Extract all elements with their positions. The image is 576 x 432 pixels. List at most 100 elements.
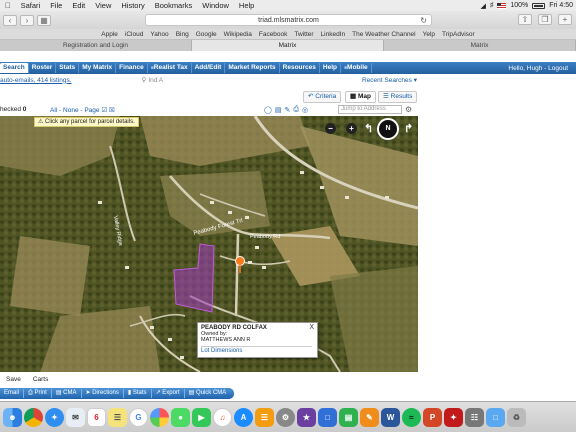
fav-yelp[interactable]: Yelp xyxy=(423,31,435,38)
nav-market-reports[interactable]: Market Reports xyxy=(225,63,280,73)
print-button[interactable]: ⎙ Print xyxy=(24,389,52,398)
radius-icon[interactable]: ◎ xyxy=(302,106,308,114)
clock[interactable]: Fri 4:50 xyxy=(549,2,573,9)
tab-matrix-active[interactable]: Matrix xyxy=(192,40,384,51)
nav-my-matrix[interactable]: My Matrix xyxy=(79,63,117,73)
rotate-left-icon[interactable]: ↰ xyxy=(364,122,373,135)
recent-searches-dropdown[interactable]: Recent Searches ▾ xyxy=(362,76,417,84)
tab-criteria[interactable]: ↶ Criteria xyxy=(303,91,342,103)
gear-icon[interactable]: ⚙ xyxy=(405,105,412,114)
cma-button[interactable]: ▤ CMA xyxy=(52,389,82,398)
fav-linkedin[interactable]: LinkedIn xyxy=(321,31,346,38)
share-icon[interactable]: ⇧ xyxy=(518,14,532,25)
fav-icloud[interactable]: iCloud xyxy=(125,31,143,38)
nav-add-edit[interactable]: Add/Edit xyxy=(192,63,226,73)
menu-history[interactable]: History xyxy=(116,1,149,10)
stats-button[interactable]: ▮ Stats xyxy=(124,389,152,398)
photos-icon[interactable] xyxy=(150,407,169,427)
find-field[interactable]: ⚲ Ind A xyxy=(142,76,164,85)
zoom-out-button[interactable]: − xyxy=(325,123,336,134)
globe-icon[interactable]: ◯ xyxy=(264,106,272,114)
select-page-link[interactable]: Page xyxy=(84,107,99,114)
fav-google[interactable]: Google xyxy=(196,31,217,38)
fav-apple[interactable]: Apple xyxy=(101,31,118,38)
rotate-right-icon[interactable]: ↱ xyxy=(404,122,413,135)
save-link[interactable]: Save xyxy=(6,376,21,383)
select-all-link[interactable]: All xyxy=(50,107,57,114)
nav-stats[interactable]: Stats xyxy=(56,63,80,73)
folder-icon[interactable]: □ xyxy=(486,407,505,427)
itunes-icon[interactable]: ♫ xyxy=(213,407,232,427)
quick-cma-button[interactable]: ▤ Quick CMA xyxy=(185,389,231,398)
reload-icon[interactable]: ↻ xyxy=(420,15,427,26)
print-map-icon[interactable]: ⎙ xyxy=(293,106,299,114)
nav-search[interactable]: Search xyxy=(0,63,29,73)
fav-facebook[interactable]: Facebook xyxy=(259,31,288,38)
address-bar[interactable]: triad.mlsmatrix.com ↻ xyxy=(145,14,432,26)
sidebar-toggle-icon[interactable]: ▦ xyxy=(37,14,51,26)
acrobat-icon[interactable]: ✦ xyxy=(444,407,463,427)
menu-view[interactable]: View xyxy=(90,1,116,10)
apple-menu-icon[interactable]:  xyxy=(0,1,16,10)
preferences-icon[interactable]: ⚙ xyxy=(276,407,295,427)
nav-help[interactable]: Help xyxy=(320,63,341,73)
fav-wikipedia[interactable]: Wikipedia xyxy=(224,31,252,38)
nav-realist-tax[interactable]: Realist Tax xyxy=(148,63,192,73)
launchpad-icon[interactable]: ☷ xyxy=(465,407,484,427)
volume-icon[interactable]: ♯ xyxy=(490,2,494,9)
battery-icon[interactable] xyxy=(532,2,546,9)
keynote-icon[interactable]: □ xyxy=(318,407,337,427)
draw-icon[interactable]: ✎ xyxy=(284,106,290,114)
auto-emails-link[interactable]: auto-emails, 414 listings. xyxy=(0,77,72,84)
tabs-overview-icon[interactable]: ❐ xyxy=(538,14,552,25)
nav-resources[interactable]: Resources xyxy=(280,63,320,73)
compass-icon[interactable]: N xyxy=(377,118,399,140)
fav-tripadvisor[interactable]: TripAdvisor xyxy=(442,31,475,38)
menu-safari[interactable]: Safari xyxy=(16,1,46,10)
nav-finance[interactable]: Finance xyxy=(116,63,148,73)
fav-yahoo[interactable]: Yahoo xyxy=(150,31,168,38)
nav-roster[interactable]: Roster xyxy=(29,63,57,73)
check-all-icon[interactable]: ☑ xyxy=(101,107,107,114)
menu-help[interactable]: Help xyxy=(234,1,259,10)
menu-bookmarks[interactable]: Bookmarks xyxy=(150,1,198,10)
input-source-flag-icon[interactable] xyxy=(497,2,507,9)
tab-matrix[interactable]: Matrix xyxy=(384,40,576,51)
carts-link[interactable]: Carts xyxy=(33,376,49,383)
jump-to-address-input[interactable]: Jump to Address xyxy=(338,105,402,114)
calendar-icon[interactable]: 6 xyxy=(87,407,106,427)
trash-icon[interactable]: ♻ xyxy=(507,407,526,427)
messages-icon[interactable]: ● xyxy=(171,407,190,427)
user-greeting[interactable]: Hello, Hugh - Logout xyxy=(508,65,576,72)
tab-registration[interactable]: Registration and Login xyxy=(0,40,192,51)
lot-dimensions-link[interactable]: Lot Dimensions xyxy=(201,348,242,354)
tab-results[interactable]: ☰ Results xyxy=(378,91,418,103)
powerpoint-icon[interactable]: P xyxy=(423,407,442,427)
select-none-link[interactable]: None xyxy=(63,107,79,114)
fav-weather[interactable]: The Weather Channel xyxy=(352,31,415,38)
pages-icon[interactable]: ✎ xyxy=(360,407,379,427)
back-button[interactable]: ‹ xyxy=(3,14,17,26)
close-icon[interactable]: X xyxy=(309,324,314,331)
notes-icon[interactable]: ☰ xyxy=(108,407,127,427)
numbers-icon[interactable]: ▤ xyxy=(339,407,358,427)
ibooks-icon[interactable]: ☰ xyxy=(255,407,274,427)
email-button[interactable]: Email xyxy=(0,389,25,398)
menu-window[interactable]: Window xyxy=(197,1,234,10)
safari-icon[interactable]: ✦ xyxy=(45,407,64,427)
forward-button[interactable]: › xyxy=(20,14,34,26)
chrome-icon[interactable] xyxy=(24,407,43,427)
google-icon[interactable]: G xyxy=(129,407,148,427)
word-icon[interactable]: W xyxy=(381,407,400,427)
fav-bing[interactable]: Bing xyxy=(176,31,189,38)
imovie-icon[interactable]: ★ xyxy=(297,407,316,427)
mail-icon[interactable]: ✉ xyxy=(66,407,85,427)
satellite-map[interactable]: Peabody Forest Trl Peabody Rd Valley Rid… xyxy=(0,116,418,372)
new-tab-button[interactable]: + xyxy=(558,14,572,25)
menu-file[interactable]: File xyxy=(45,1,67,10)
zoom-in-button[interactable]: + xyxy=(346,123,357,134)
export-button[interactable]: ↗ Export xyxy=(152,389,185,398)
layers-icon[interactable]: ▤ xyxy=(275,106,282,114)
finder-icon[interactable]: ☻ xyxy=(3,407,22,427)
appstore-icon[interactable]: A xyxy=(234,407,253,427)
